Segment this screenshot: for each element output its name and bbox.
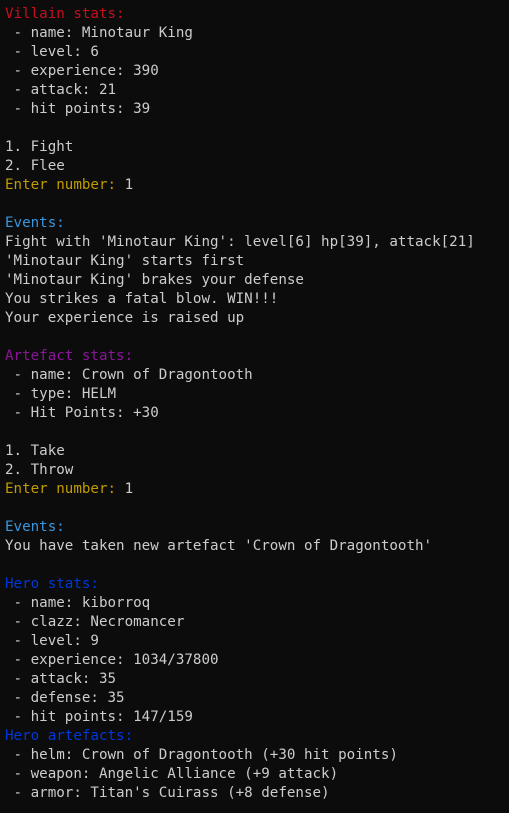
villain-experience: - experience: 390: [5, 63, 159, 79]
hero-clazz: - clazz: Necromancer: [5, 614, 185, 630]
artefact-hit-points: - Hit Points: +30: [5, 405, 159, 421]
fight-choice-input[interactable]: 1: [125, 177, 134, 193]
hero-defense: - defense: 35: [5, 690, 125, 706]
menu-option-throw: 2. Throw: [5, 462, 74, 478]
villain-attack: - attack: 21: [5, 82, 117, 98]
event-line: 'Minotaur King' brakes your defense: [5, 272, 304, 288]
hero-attack: - attack: 35: [5, 671, 117, 687]
event-line: You strikes a fatal blow. WIN!!!: [5, 291, 279, 307]
event-line: You have taken new artefact 'Crown of Dr…: [5, 538, 433, 554]
event-line: Your experience is raised up: [5, 310, 245, 326]
villain-stats-header: Villain stats:: [5, 6, 125, 22]
fight-events-header: Events:: [5, 215, 65, 231]
artefact-choice-input[interactable]: 1: [125, 481, 134, 497]
enter-number-prompt: Enter number:: [5, 177, 125, 193]
hero-artefact-armor: - armor: Titan's Cuirass (+8 defense): [5, 785, 330, 801]
hero-level: - level: 9: [5, 633, 99, 649]
hero-artefact-helm: - helm: Crown of Dragontooth (+30 hit po…: [5, 747, 398, 763]
artefact-name: - name: Crown of Dragontooth: [5, 367, 253, 383]
menu-option-take: 1. Take: [5, 443, 65, 459]
artefact-prompt-line: Enter number: 1: [5, 480, 509, 499]
menu-option-fight: 1. Fight: [5, 139, 74, 155]
hero-artefact-weapon: - weapon: Angelic Alliance (+9 attack): [5, 766, 339, 782]
hero-name: - name: kiborroq: [5, 595, 151, 611]
terminal-window: Villain stats: - name: Minotaur King - l…: [0, 0, 509, 813]
event-line: 'Minotaur King' starts first: [5, 253, 245, 269]
artefact-type: - type: HELM: [5, 386, 117, 402]
enter-number-prompt: Enter number:: [5, 481, 125, 497]
hero-artefacts-header: Hero artefacts:: [5, 728, 134, 744]
villain-name: - name: Minotaur King: [5, 25, 193, 41]
artefact-stats-header: Artefact stats:: [5, 348, 134, 364]
take-events-header: Events:: [5, 519, 65, 535]
hero-experience: - experience: 1034/37800: [5, 652, 219, 668]
menu-option-flee: 2. Flee: [5, 158, 65, 174]
hero-hit-points: - hit points: 147/159: [5, 709, 193, 725]
hero-stats-header: Hero stats:: [5, 576, 99, 592]
event-line: Fight with 'Minotaur King': level[6] hp[…: [5, 234, 475, 250]
villain-level: - level: 6: [5, 44, 99, 60]
villain-hit-points: - hit points: 39: [5, 101, 151, 117]
fight-prompt-line: Enter number: 1: [5, 176, 509, 195]
